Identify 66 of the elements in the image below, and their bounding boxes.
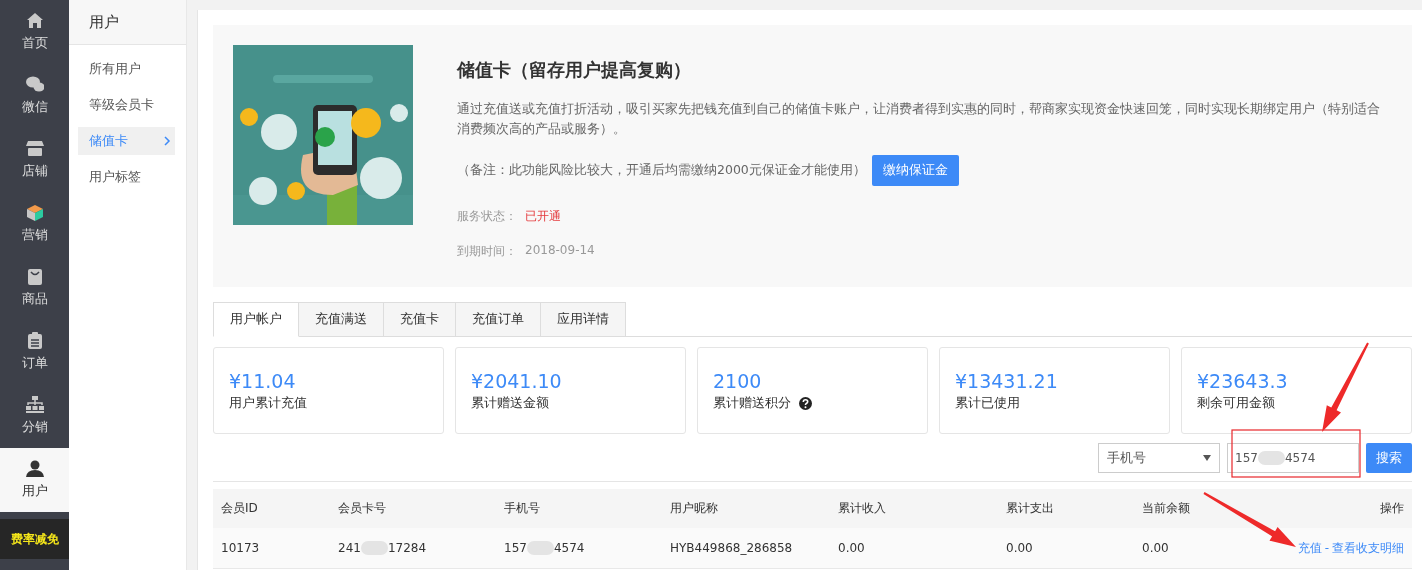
column-header: 会员ID [213, 489, 330, 528]
nav-item[interactable]: 订单 [0, 320, 69, 384]
tab[interactable]: 应用详情 [541, 302, 626, 337]
status-value: 已开通 [525, 208, 561, 225]
search-field[interactable]: 157 4574 [1227, 443, 1359, 473]
stat-value: ¥23643.3 [1197, 370, 1289, 392]
column-header: 手机号 [496, 489, 662, 528]
help-icon[interactable] [799, 397, 812, 410]
separator: - [1324, 540, 1329, 555]
subnav-title: 用户 [89, 12, 119, 32]
column-header: 累计支出 [998, 489, 1134, 528]
tab[interactable]: 充值卡 [384, 302, 456, 337]
chevron-icon [164, 136, 171, 146]
action-link[interactable]: 充值 [1297, 540, 1322, 555]
column-header: 操作 [1288, 489, 1412, 528]
page-title: 储值卡（留存用户提高复购） [457, 58, 692, 82]
org-chart-icon [25, 396, 44, 413]
tab[interactable]: 充值订单 [456, 302, 541, 337]
tab[interactable]: 充值满送 [299, 302, 384, 337]
stat-label: 累计赠送积分 [713, 395, 791, 412]
status-label: 服务状态： [457, 208, 517, 225]
expiry-label: 到期时间： [457, 243, 517, 260]
table-cell: 157 [504, 540, 527, 555]
column-header: 用户昵称 [662, 489, 830, 528]
user-icon [25, 460, 44, 477]
table-cell: 17284 [387, 540, 427, 555]
table-cell: 241 [338, 540, 361, 555]
subnav-item[interactable]: 用户标签 [78, 163, 175, 191]
tab[interactable]: 用户帐户 [213, 302, 299, 337]
note-text: （备注：此功能风险比较大，开通后均需缴纳2000元保证金才能使用） [457, 162, 866, 179]
column-header: 会员卡号 [330, 489, 496, 528]
table-cell: 10173 [221, 541, 260, 555]
expiry-value: 2018-09-14 [525, 243, 595, 259]
table-cell: 0.00 [1142, 541, 1169, 555]
stat-value: 2100 [713, 370, 763, 392]
nav-item[interactable]: 微信 [0, 64, 69, 128]
stat-label: 用户累计充值 [229, 395, 307, 412]
description: 通过充值送或充值打折活动，吸引买家先把钱充值到自己的储值卡账户，让消费者得到实惠的同时，帮商家实现资金快速回笼，同时实现长期绑定用户（特别适合消费频次高的产品或服务）。 [457, 100, 1381, 138]
subnav-item[interactable]: 所有用户 [78, 55, 175, 83]
stat-label: 累计赠送金额 [471, 395, 549, 412]
stat-value: ¥2041.10 [471, 370, 563, 392]
nav-item[interactable]: 用户 [0, 448, 69, 512]
nav-item[interactable]: 首页 [0, 0, 69, 64]
table-cell: 4574 [553, 540, 585, 555]
nav-item[interactable]: 营销 [0, 192, 69, 256]
subnav-item[interactable]: 等级会员卡 [78, 91, 175, 119]
cube-icon [25, 204, 44, 221]
nav-item[interactable]: 商品 [0, 256, 69, 320]
stat-value: ¥13431.21 [955, 370, 1059, 392]
stat-value: ¥11.04 [229, 370, 297, 392]
table-cell: HYB449868_286858 [670, 541, 793, 555]
stat-label: 剩余可用金额 [1197, 395, 1275, 412]
filter-select[interactable]: 手机号 [1098, 443, 1220, 473]
clipboard-icon [25, 332, 44, 349]
table-cell: 0.00 [1006, 541, 1033, 555]
home-icon [25, 12, 44, 29]
nav-item[interactable]: 分销 [0, 384, 69, 448]
shop-icon [25, 140, 44, 157]
column-header: 当前余额 [1134, 489, 1288, 528]
nav-item[interactable]: 店铺 [0, 128, 69, 192]
column-header: 累计收入 [830, 489, 998, 528]
stat-label: 累计已使用 [955, 395, 1020, 412]
table-cell: 0.00 [838, 541, 865, 555]
dropdown-caret-icon [1203, 455, 1211, 461]
bag-icon [25, 268, 44, 285]
chat-icon [25, 76, 44, 93]
